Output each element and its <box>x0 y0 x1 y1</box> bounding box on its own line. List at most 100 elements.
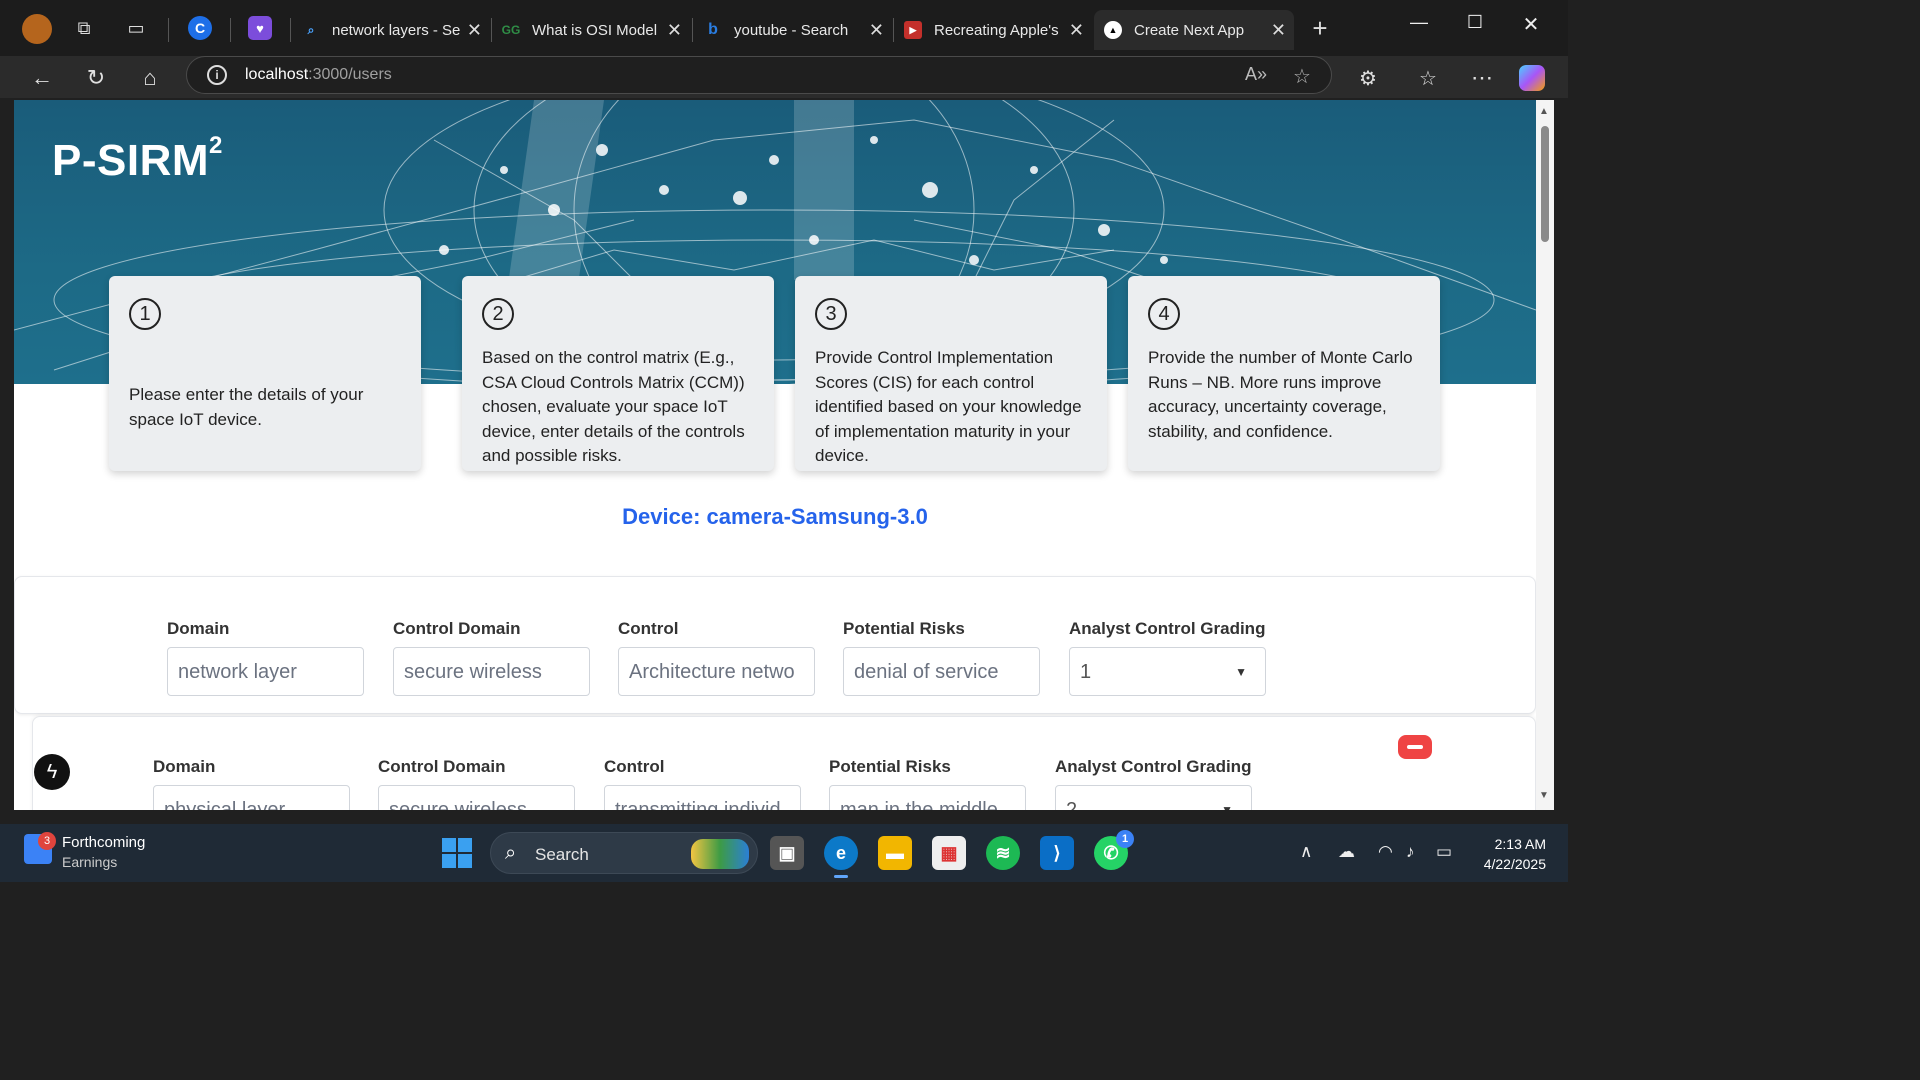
start-icon[interactable] <box>442 838 472 868</box>
new-tab-icon[interactable]: + <box>1308 13 1332 43</box>
step-text: Provide the number of Monte Carlo Runs –… <box>1148 348 1413 441</box>
control-domain-field-group: Control Domain secure wireless <box>393 619 590 696</box>
refresh-icon[interactable]: ↻ <box>80 62 112 94</box>
grading-select[interactable]: 2 ▼ <box>1055 785 1252 810</box>
chevron-down-icon: ▼ <box>1235 665 1247 679</box>
extensions-icon[interactable]: ⚙ <box>1352 62 1384 94</box>
browser-toolbar: ← ↻ ⌂ i localhost:3000/users A» ☆ ⚙ ☆ ⋯ <box>0 56 1568 98</box>
tab-network-layers[interactable]: ⌕ network layers - Se ✕ <box>292 10 490 50</box>
address-bar[interactable]: i localhost:3000/users A» ☆ <box>186 56 1332 94</box>
grading-field-group: Analyst Control Grading 2 ▼ <box>1055 757 1285 810</box>
potential-risks-input[interactable]: denial of service <box>843 647 1040 696</box>
read-aloud-icon[interactable]: A» <box>1245 64 1267 85</box>
vscode-icon[interactable]: ⟩ <box>1040 836 1074 870</box>
search-icon: ⌕ <box>307 22 315 37</box>
control-domain-input[interactable]: secure wireless <box>393 647 590 696</box>
taskbar-search[interactable]: ⌕ Search <box>490 832 758 874</box>
favorite-star-icon[interactable]: ☆ <box>1293 64 1311 89</box>
control-field-group: Control Architecture netwo <box>618 619 815 696</box>
control-label: Control <box>618 619 679 638</box>
step-text: Provide Control Implementation Scores (C… <box>815 348 1082 465</box>
search-icon: ⌕ <box>505 842 517 864</box>
widgets-badge: 3 <box>38 832 56 850</box>
page-scrollbar[interactable]: ▲ ▼ <box>1536 100 1554 810</box>
widgets-title[interactable]: Forthcoming <box>62 834 145 851</box>
site-info-icon[interactable]: i <box>207 65 227 85</box>
grading-value: 2 <box>1066 799 1078 810</box>
nextjs-icon: ▲ <box>1104 21 1122 39</box>
step-text: Please enter the details of your space I… <box>129 385 364 429</box>
potential-risks-label: Potential Risks <box>843 619 965 638</box>
domain-label: Domain <box>167 619 230 638</box>
step-number: 1 <box>129 298 161 330</box>
control-input[interactable]: transmitting individ <box>604 785 801 810</box>
nextjs-dev-tools-icon[interactable]: ϟ <box>34 754 70 790</box>
window-close-icon[interactable]: ✕ <box>1516 12 1546 37</box>
step-text: Based on the control matrix (E.g., CSA C… <box>482 348 745 465</box>
tab-youtube-search[interactable]: b youtube - Search ✕ <box>694 10 892 50</box>
profile-avatar[interactable] <box>22 14 52 44</box>
device-heading: Device: camera-Samsung-3.0 <box>622 504 928 529</box>
search-label: Search <box>535 845 589 864</box>
control-domain-label: Control Domain <box>393 619 521 638</box>
clock-time: 2:13 AM <box>1494 836 1546 852</box>
control-input[interactable]: Architecture netwo <box>618 647 815 696</box>
system-clock[interactable]: 2:13 AM 4/22/2025 <box>1476 834 1546 874</box>
tab-osi-model[interactable]: GG What is OSI Model ✕ <box>492 10 690 50</box>
maximize-icon[interactable]: ☐ <box>1460 12 1490 33</box>
tab-recreating-apple[interactable]: ▶ Recreating Apple's ✕ <box>894 10 1092 50</box>
domain-field-group: Domain physical layer <box>153 757 350 810</box>
control-row-panel: Domain physical layer Control Domain sec… <box>32 716 1536 810</box>
more-menu-icon[interactable]: ⋯ <box>1466 62 1498 94</box>
favorites-icon[interactable]: ☆ <box>1412 62 1444 94</box>
domain-input[interactable]: physical layer <box>153 785 350 810</box>
workspaces-icon[interactable]: ⧉ <box>72 16 96 40</box>
grading-select[interactable]: 1 ▼ <box>1069 647 1266 696</box>
control-domain-input[interactable]: secure wireless <box>378 785 575 810</box>
tab-label: network layers - Se <box>332 21 461 39</box>
close-icon[interactable]: ✕ <box>869 20 884 40</box>
clock-date: 4/22/2025 <box>1483 856 1546 872</box>
scroll-up-icon[interactable]: ▲ <box>1539 106 1549 117</box>
url-host: localhost <box>245 66 309 83</box>
potential-risks-input[interactable]: man in the middle <box>829 785 1026 810</box>
geeksforgeeks-icon: GG <box>501 23 521 37</box>
copilot-icon[interactable] <box>1516 62 1548 94</box>
minimize-icon[interactable]: — <box>1404 12 1434 33</box>
tab-create-next-app[interactable]: ▲ Create Next App ✕ <box>1094 10 1294 50</box>
tab-label: What is OSI Model <box>532 21 658 39</box>
battery-icon[interactable]: ▭ <box>1436 842 1452 862</box>
wifi-icon[interactable]: ◠ <box>1378 842 1393 862</box>
widgets-subtitle[interactable]: Earnings <box>62 854 117 870</box>
volume-icon[interactable]: ♪ <box>1406 842 1415 862</box>
pinned-tab-heart-icon[interactable]: ♥ <box>248 16 272 40</box>
spotify-icon[interactable]: ≋ <box>986 836 1020 870</box>
remove-row-button[interactable] <box>1398 735 1432 759</box>
divider <box>692 18 693 42</box>
edge-icon[interactable]: e <box>824 836 858 878</box>
home-icon[interactable]: ⌂ <box>134 62 166 94</box>
chevron-up-icon[interactable]: ∧ <box>1300 842 1312 862</box>
task-view-icon[interactable]: ▣ <box>770 836 804 870</box>
divider <box>168 18 169 42</box>
close-icon[interactable]: ✕ <box>667 20 682 40</box>
brand-logo[interactable]: P-SIRM2 <box>52 132 223 186</box>
tab-label: youtube - Search <box>734 21 849 39</box>
risks-field-group: Potential Risks denial of service <box>843 619 1040 696</box>
domain-input[interactable]: network layer <box>167 647 364 696</box>
divider <box>290 18 291 42</box>
scroll-down-icon[interactable]: ▼ <box>1539 790 1549 801</box>
close-icon[interactable]: ✕ <box>467 20 482 40</box>
back-icon[interactable]: ← <box>26 62 58 94</box>
grading-label: Analyst Control Grading <box>1069 619 1266 638</box>
scrollbar-thumb[interactable] <box>1541 126 1549 242</box>
whatsapp-icon[interactable]: ✆ 1 <box>1094 830 1134 870</box>
onedrive-icon[interactable]: ☁ <box>1338 842 1355 862</box>
tab-actions-icon[interactable]: ▭ <box>124 16 148 40</box>
pinned-tab-c-icon[interactable]: C <box>188 16 212 40</box>
step-card-1: 1 Please enter the details of your space… <box>109 276 421 471</box>
close-icon[interactable]: ✕ <box>1271 20 1286 40</box>
microsoft-store-icon[interactable]: ▦ <box>932 836 966 870</box>
close-icon[interactable]: ✕ <box>1069 20 1084 40</box>
file-explorer-icon[interactable]: ▬ <box>878 836 912 870</box>
